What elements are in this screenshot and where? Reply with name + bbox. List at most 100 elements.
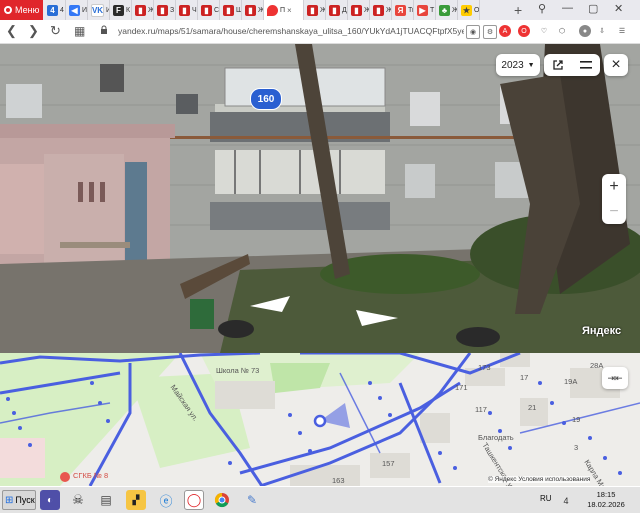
paint-icon[interactable]: ✎ [242,490,262,510]
browser-tab[interactable]: ▮ С [198,0,220,20]
tab-favicon-icon: ▮ [179,4,190,16]
window-close-button[interactable]: ✕ [614,2,623,15]
clock[interactable]: 18:15 18.02.2026 [583,490,629,510]
browser-tab[interactable]: VKИ [88,0,110,20]
url-field[interactable]: yandex.ru/maps/51/samara/house/cheremsha… [118,26,464,36]
open-external-icon[interactable] [544,54,572,76]
settings-icon[interactable]: ⚙ [483,25,497,39]
browser-tab[interactable]: ЯТи [392,0,414,20]
new-tab-button[interactable]: + [514,2,522,18]
pin-icon[interactable]: ⚲ [538,2,546,15]
speed-dial-icon[interactable]: ▦ [74,23,85,39]
browser-tab-bar: Меню 44◀ИVKИFК▮Ж▮З▮Ч▮С▮Ш▮ЖП×▮Ж▮Д▮Ж▮ЖЯТи▶… [0,0,640,20]
map-label-number: 17 [520,373,529,382]
year-value: 2023 [501,59,524,71]
browser-menu-icon[interactable]: ☰ [616,25,628,37]
browser-menu-button[interactable]: Меню [0,0,43,20]
app-icon-film[interactable]: ▤ [96,490,116,510]
map-label-church: Благодать [478,433,514,442]
browser-tab[interactable]: ★ О [458,0,480,20]
cube-icon[interactable]: ⬡ [556,25,568,37]
profile-icon[interactable]: ● [579,25,591,37]
browser-tab[interactable]: ▮ Ж [304,0,326,20]
chrome-icon[interactable] [212,490,232,510]
browser-tab[interactable]: ◀ И [66,0,88,20]
app-icon-skull[interactable]: ☠ [68,490,88,510]
back-button[interactable]: ❮ [6,23,17,39]
close-panorama-button[interactable]: × [604,54,628,76]
map-label-number: 28А [590,361,604,370]
browser-tab[interactable]: ▮ З [154,0,176,20]
download-icon[interactable]: ⇩ [596,25,608,37]
tab-favicon-icon: ▮ [329,4,340,16]
app-icon-clapper[interactable]: ▞ [126,490,146,510]
opera-red-icon[interactable]: O [518,25,530,37]
browser-tab[interactable]: 44 [44,0,66,20]
close-tab-icon[interactable]: × [287,6,292,15]
tab-favicon-icon: ▶ [417,4,428,16]
clock-date: 18.02.2026 [587,500,625,509]
minimap[interactable]: Школа № 73 Майская ул. Ташкентская ул. К… [0,353,640,486]
tab-favicon-icon: ▮ [351,4,362,16]
start-button[interactable]: ⊞ Пуск [2,490,36,510]
adblock-icon[interactable]: A [499,25,511,37]
browser-tab[interactable]: ▮ Ш [220,0,242,20]
browser-tab[interactable]: ♣ Ж [436,0,458,20]
zoom-in-button[interactable]: + [602,174,626,199]
tab-title: П [280,6,286,14]
browser-tab[interactable]: ▮ Д [326,0,348,20]
map-label-number: 163 [332,476,345,485]
street-panorama[interactable]: 160 2023 ▼ × + − Яндекс [0,44,640,353]
tab-favicon-icon: ▮ [373,4,384,16]
tab-favicon-icon: VK [91,3,104,17]
tab-title: С [214,6,220,14]
reload-button[interactable]: ↻ [50,23,61,39]
map-expand-button[interactable]: ⇥⇤ [602,367,628,389]
tab-title: Т [430,6,435,14]
zoom-out-button[interactable]: − [602,199,626,224]
browser-tab[interactable]: ▮ Ч [176,0,198,20]
browser-tab[interactable]: ▮ Ж [370,0,392,20]
map-label-hospital: СГКБ № 8 [73,471,109,480]
panorama-image[interactable] [0,44,640,353]
minimap-canvas[interactable] [0,353,640,486]
map-label-number: 3 [574,443,579,452]
menu-icon[interactable] [572,54,600,76]
map-label-number: 19А [564,377,578,386]
opera-taskbar-icon[interactable]: ◯ [184,490,204,510]
year-select[interactable]: 2023 ▼ [496,54,540,76]
camera-icon[interactable]: ◉ [466,25,480,39]
browser-tab[interactable]: ▮ Ж [348,0,370,20]
zoom-control: + − [602,174,626,224]
tab-favicon-icon: F [113,4,124,16]
forward-button[interactable]: ❯ [28,23,39,39]
house-number-badge[interactable]: 160 [250,88,282,110]
language-indicator[interactable]: RU [540,494,552,503]
ie-icon[interactable]: ⓔ [156,490,176,510]
minimize-button[interactable]: — [562,2,573,14]
map-label-school: Школа № 73 [216,366,260,375]
browser-tab[interactable]: ▶ Т [414,0,436,20]
browser-tab-active[interactable]: П × [264,0,304,20]
browser-tab[interactable]: FК [110,0,132,20]
chevron-down-icon: ▼ [527,61,535,69]
map-label-number: 19 [572,415,581,424]
browser-tab[interactable]: ▮ Ж [242,0,264,20]
tab-favicon-icon: ▮ [201,4,212,16]
menu-label: Меню [15,5,40,15]
clock-time: 18:15 [596,490,616,499]
map-label-number: 173 [478,363,491,372]
tab-title: О [474,6,480,14]
tab-favicon-icon: ♣ [439,4,450,16]
maximize-button[interactable]: ▢ [588,2,598,15]
map-attribution[interactable]: © Яндекс Условия использования [488,476,591,483]
panorama-controls [544,54,600,76]
app-icon-purple[interactable]: ◐ [40,490,60,510]
browser-tab[interactable]: ▮ Ж [132,0,154,20]
heart-icon[interactable]: ♡ [538,25,550,37]
start-label: Пуск [15,495,35,505]
tray-icon[interactable]: 4 [556,491,576,511]
tab-favicon-icon: Я [395,4,406,16]
tab-title: К [126,6,131,14]
tab-title: 4 [60,6,64,14]
